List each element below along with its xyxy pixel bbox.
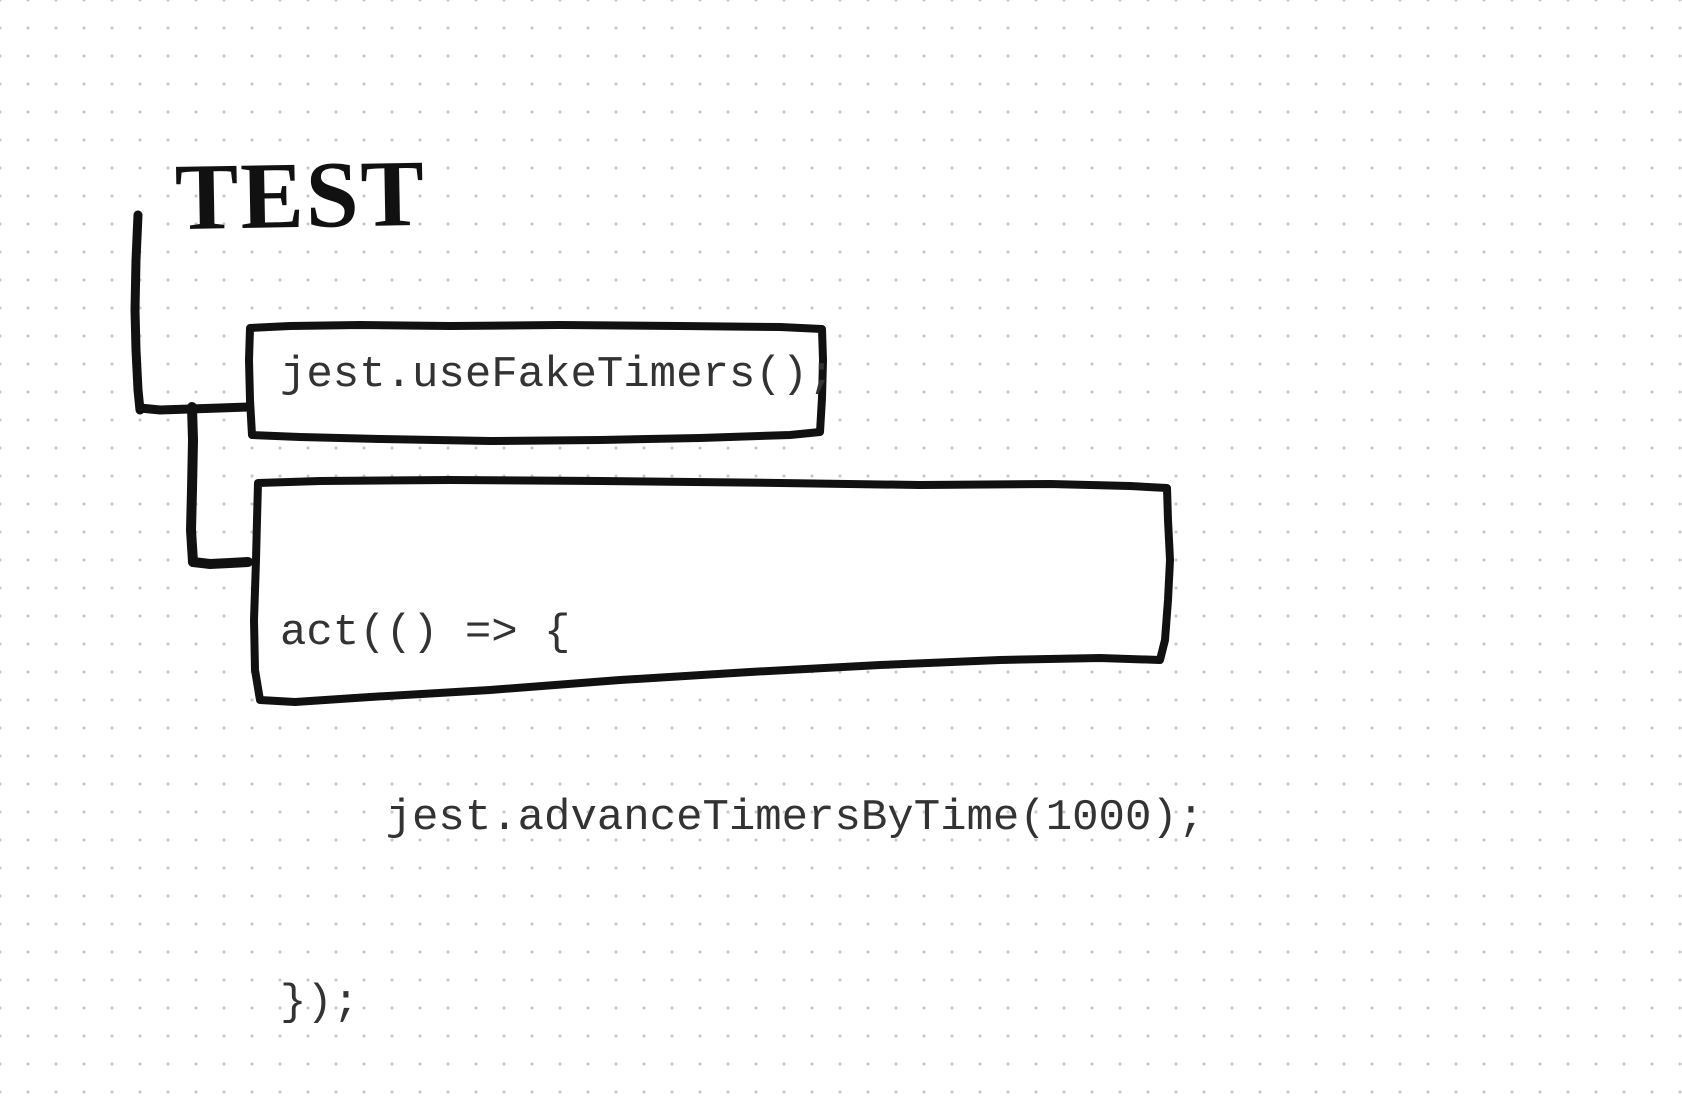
code-line: }); [280,973,1204,1035]
code-line: jest.advanceTimersByTime(1000); [280,788,1204,850]
code-snippet-2: act(() => { jest.advanceTimersByTime(100… [280,480,1204,1096]
code-snippet-1: jest.useFakeTimers(); [280,350,835,400]
code-line: act(() => { [280,603,1204,665]
diagram-title: TEST [174,138,427,252]
